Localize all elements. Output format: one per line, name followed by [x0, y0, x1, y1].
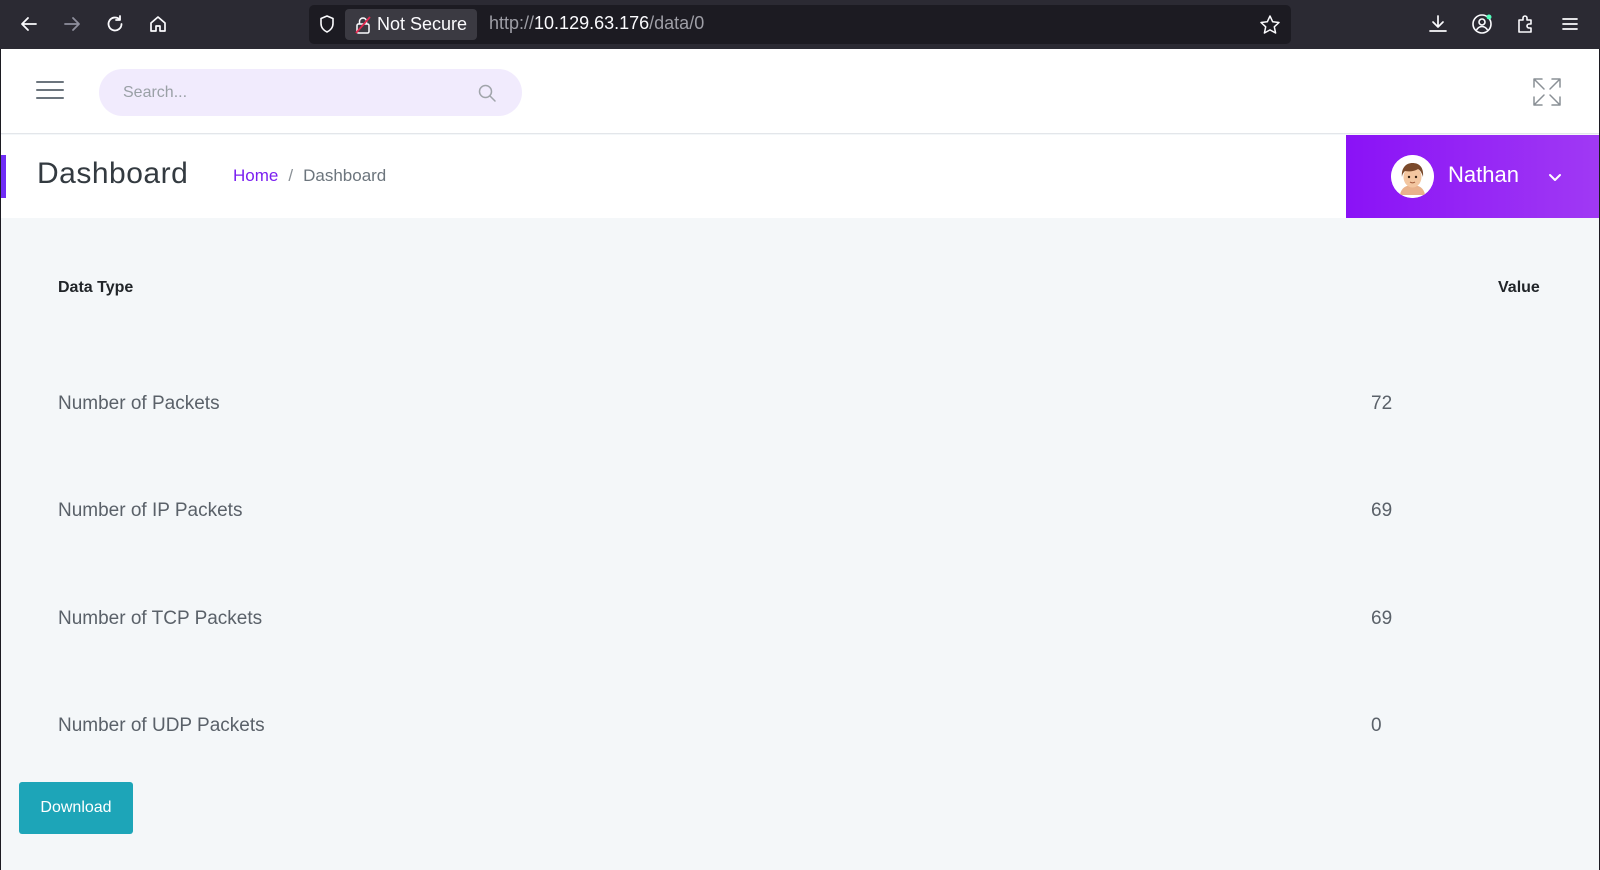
- table-header-value: Value: [1498, 279, 1540, 296]
- user-menu[interactable]: Nathan: [1346, 135, 1599, 218]
- downloads-button[interactable]: [1425, 11, 1451, 37]
- table-row-value: 69: [1371, 608, 1393, 629]
- accent-bar: [1, 155, 6, 198]
- back-button[interactable]: [12, 7, 46, 41]
- table-row-label: Number of Packets: [58, 393, 220, 414]
- top-navbar: [1, 49, 1599, 134]
- table-row-value: 0: [1371, 715, 1382, 736]
- breadcrumb: Home / Dashboard: [233, 166, 386, 186]
- download-button[interactable]: Download: [19, 782, 133, 834]
- search-input[interactable]: [123, 81, 453, 105]
- search-icon[interactable]: [477, 83, 497, 103]
- security-label: Not Secure: [377, 14, 468, 34]
- breadcrumb-home-link[interactable]: Home: [233, 166, 278, 186]
- insecure-lock-icon: [355, 15, 371, 34]
- app-menu-button[interactable]: [1557, 11, 1583, 37]
- table-row-label: Number of TCP Packets: [58, 608, 263, 629]
- table-row-value: 72: [1371, 393, 1393, 414]
- security-indicator[interactable]: Not Secure: [345, 9, 478, 40]
- search-box: [99, 69, 522, 116]
- page-header: Dashboard Home / Dashboard Nathan: [1, 135, 1599, 218]
- bookmark-star-icon[interactable]: [1259, 14, 1281, 36]
- table-row-value: 69: [1371, 500, 1393, 521]
- account-icon: [1472, 14, 1492, 34]
- sidebar-toggle-icon[interactable]: [36, 81, 66, 103]
- url-host: 10.129.63.176: [534, 13, 650, 33]
- browser-toolbar: Not Secure http://10.129.63.176/data/0: [0, 0, 1600, 49]
- arrow-left-icon: [21, 17, 37, 31]
- url-text[interactable]: http://10.129.63.176/data/0: [489, 13, 704, 34]
- puzzle-icon: [1518, 15, 1532, 33]
- page: Dashboard Home / Dashboard Nathan: [1, 49, 1599, 870]
- breadcrumb-separator: /: [288, 166, 294, 185]
- chevron-down-icon: [1549, 174, 1561, 181]
- table-row-label: Number of IP Packets: [58, 500, 243, 521]
- fullscreen-icon[interactable]: [1531, 76, 1563, 108]
- shield-icon[interactable]: [317, 14, 337, 34]
- account-button[interactable]: [1469, 11, 1495, 37]
- reload-icon: [107, 15, 123, 32]
- arrow-right-icon: [64, 17, 80, 31]
- home-icon: [150, 16, 166, 32]
- url-prefix: http://: [489, 13, 535, 33]
- breadcrumb-current: Dashboard: [303, 166, 387, 185]
- reload-button[interactable]: [98, 7, 132, 41]
- url-path: /data/0: [649, 13, 705, 33]
- user-name: Nathan: [1448, 162, 1519, 187]
- download-icon: [1429, 15, 1447, 32]
- table-header-data-type: Data Type: [58, 279, 134, 296]
- address-bar[interactable]: Not Secure http://10.129.63.176/data/0: [309, 5, 1291, 44]
- menu-icon: [1562, 18, 1578, 30]
- avatar: [1391, 155, 1434, 198]
- page-title: Dashboard: [37, 157, 189, 190]
- home-button[interactable]: [141, 7, 175, 41]
- table-row-label: Number of UDP Packets: [58, 715, 265, 736]
- avatar-icon: [1391, 155, 1434, 198]
- forward-button[interactable]: [55, 7, 89, 41]
- extensions-button[interactable]: [1513, 11, 1539, 37]
